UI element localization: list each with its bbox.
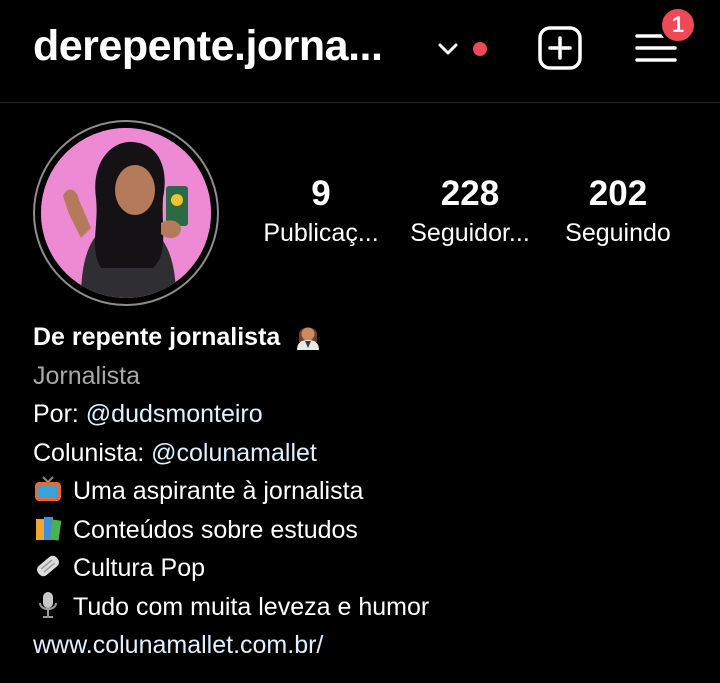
- bio-name-line: De repente jornalista: [33, 318, 693, 357]
- posts-count: 9: [311, 174, 331, 213]
- newspaper-emoji-icon: [36, 555, 60, 577]
- bio-author-prefix: Por:: [33, 400, 86, 428]
- profile-photo: [41, 128, 211, 298]
- bio-author-line: Por: @dudsmonteiro: [33, 395, 693, 434]
- tv-emoji-icon: [35, 476, 61, 501]
- new-post-icon[interactable]: [537, 25, 583, 71]
- bio-line-4-text: Tudo com muita leveza e humor: [73, 592, 430, 621]
- posts-label: Publicaç...: [263, 219, 379, 247]
- bio-name: De repente jornalista: [33, 323, 281, 351]
- top-bar: derepente.jorna... 1: [0, 0, 720, 103]
- bio-category: Jornalista: [33, 361, 140, 390]
- notification-badge: 1: [659, 6, 697, 44]
- bio-website-link[interactable]: www.colunamallet.com.br/: [33, 626, 693, 665]
- profile-username[interactable]: derepente.jorna...: [33, 22, 383, 71]
- bio-columnist-prefix: Colunista:: [33, 438, 152, 467]
- chevron-down-icon[interactable]: [437, 38, 459, 60]
- stat-posts[interactable]: 9 Publicaç...: [246, 172, 396, 250]
- following-label: Seguindo: [565, 219, 671, 247]
- bio-line-2: Conteúdos sobre estudos: [33, 511, 693, 550]
- followers-count: 228: [440, 174, 500, 213]
- followers-label: Seguidor...: [410, 219, 530, 247]
- profile-bio: De repente jornalista Jornalista Por: @d…: [33, 318, 693, 665]
- bio-line-4: Tudo com muita leveza e humor: [33, 588, 693, 627]
- bio-columnist-line: Colunista: @colunamallet: [33, 434, 693, 473]
- bio-line-3-text: Cultura Pop: [73, 554, 206, 582]
- bio-line-1: Uma aspirante à jornalista: [33, 472, 693, 511]
- account-notification-dot: [473, 42, 487, 56]
- avatar[interactable]: [33, 120, 219, 306]
- mention-colunamallet[interactable]: @colunamallet: [151, 439, 317, 467]
- books-emoji-icon: [36, 516, 62, 541]
- stat-followers[interactable]: 228 Seguidor...: [395, 172, 545, 250]
- bio-line-2-text: Conteúdos sobre estudos: [73, 515, 358, 544]
- mention-dudsmonteiro[interactable]: @dudsmonteiro: [86, 400, 263, 428]
- microphone-emoji-icon: [39, 591, 57, 618]
- bio-line-3: Cultura Pop: [33, 549, 693, 588]
- office-worker-emoji-icon: [297, 327, 320, 350]
- stat-following[interactable]: 202 Seguindo: [543, 172, 693, 250]
- bio-line-1-text: Uma aspirante à jornalista: [73, 477, 364, 505]
- profile-photo-image: [41, 128, 211, 298]
- following-count: 202: [588, 174, 648, 213]
